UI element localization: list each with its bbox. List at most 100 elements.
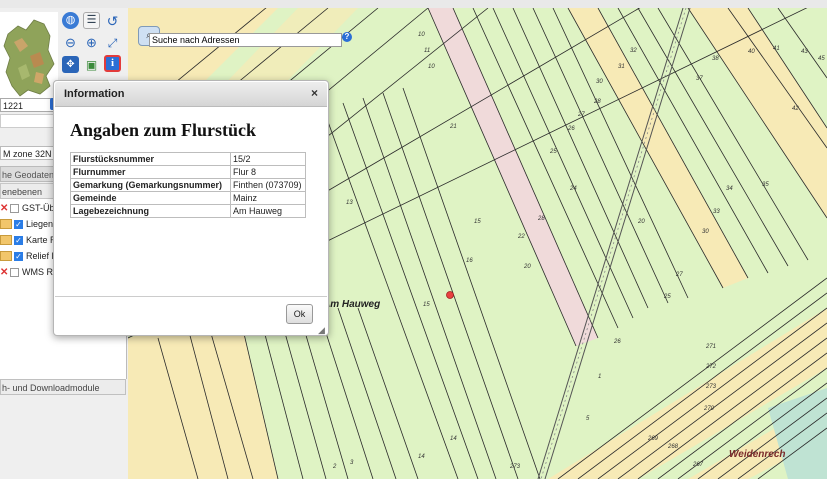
parcel-table: Flurstücksnummer 15/2 Flurnummer Flur 8 … <box>70 152 306 218</box>
layer-label: WMS R <box>22 267 53 277</box>
zoom-out-icon[interactable]: ⊖ <box>62 34 79 51</box>
svg-text:32: 32 <box>630 48 637 54</box>
svg-text:40: 40 <box>748 49 755 55</box>
street-label: Am Hauweg <box>323 299 381 310</box>
location-marker[interactable] <box>446 291 454 299</box>
svg-text:27: 27 <box>675 272 683 278</box>
svg-text:22: 22 <box>517 234 525 240</box>
select-icon[interactable]: ▣ <box>83 56 100 73</box>
svg-text:28: 28 <box>537 216 545 222</box>
svg-text:33: 33 <box>713 209 720 215</box>
coordinate-field-secondary[interactable] <box>0 114 55 128</box>
svg-text:272: 272 <box>705 364 717 370</box>
row-label: Flurstücksnummer <box>70 152 231 166</box>
svg-text:37: 37 <box>696 76 703 82</box>
dialog-title: Information <box>64 88 125 100</box>
table-row: Lagebezeichnung Am Hauweg <box>70 204 306 218</box>
svg-text:14: 14 <box>418 454 425 460</box>
svg-text:271: 271 <box>705 344 716 350</box>
table-row: Flurstücksnummer 15/2 <box>70 152 306 166</box>
layer-checkbox[interactable] <box>10 267 19 277</box>
layer-item[interactable]: ✓ Relief F <box>0 249 57 263</box>
row-label: Lagebezeichnung <box>70 204 231 218</box>
svg-text:34: 34 <box>726 186 733 192</box>
svg-text:15: 15 <box>474 219 481 225</box>
svg-text:41: 41 <box>773 46 780 52</box>
svg-text:25: 25 <box>549 149 557 155</box>
layer-item[interactable]: ✓ Karte R <box>0 233 57 247</box>
row-value: Finthen (073709) <box>230 178 306 192</box>
resize-grip-icon[interactable]: ◢ <box>318 325 325 336</box>
dialog-heading: Angaben zum Flurstück <box>70 120 257 140</box>
globe-icon[interactable]: ◍ <box>62 12 79 29</box>
layer-item[interactable]: ✕ GST-Üb <box>0 201 55 215</box>
coordinate-field[interactable]: 1221 <box>0 98 55 112</box>
row-value: Mainz <box>230 191 306 205</box>
dialog-header[interactable]: Information × <box>55 82 327 107</box>
refresh-icon[interactable]: ↺ <box>104 12 121 29</box>
dialog-divider <box>55 296 327 297</box>
svg-text:20: 20 <box>637 219 645 225</box>
svg-text:42: 42 <box>792 106 799 112</box>
svg-text:15: 15 <box>423 302 430 308</box>
svg-text:16: 16 <box>466 258 473 264</box>
row-value: 15/2 <box>230 152 306 166</box>
folder-icon <box>0 235 12 245</box>
svg-text:13: 13 <box>346 200 353 206</box>
layer-item[interactable]: ✓ Liegens <box>0 217 58 231</box>
layer-label: Karte R <box>26 235 57 245</box>
layer-label: GST-Üb <box>22 203 55 213</box>
svg-text:28: 28 <box>593 99 601 105</box>
warning-x-icon: ✕ <box>0 266 9 278</box>
svg-text:38: 38 <box>712 56 719 62</box>
row-value: Flur 8 <box>230 165 306 179</box>
svg-text:11: 11 <box>424 48 430 54</box>
svg-text:27: 27 <box>577 112 585 118</box>
svg-text:273: 273 <box>705 384 717 390</box>
list-icon[interactable]: ☰ <box>83 12 100 29</box>
svg-text:10: 10 <box>418 32 425 38</box>
place-label: Weidenrech <box>729 449 786 460</box>
table-row: Gemeinde Mainz <box>70 191 306 205</box>
download-modules-tab[interactable]: h- und Downloadmodule <box>0 379 126 395</box>
svg-text:45: 45 <box>818 56 825 62</box>
zoom-in-icon[interactable]: ⊕ <box>83 34 100 51</box>
svg-text:20: 20 <box>523 264 531 270</box>
svg-text:21: 21 <box>449 124 457 130</box>
svg-text:31: 31 <box>618 64 625 70</box>
layer-item[interactable]: ✕ WMS R <box>0 265 53 279</box>
table-row: Gemarkung (Gemarkungsnummer) Finthen (07… <box>70 178 306 192</box>
svg-text:35: 35 <box>762 182 769 188</box>
svg-text:26: 26 <box>613 339 621 345</box>
svg-text:30: 30 <box>702 229 709 235</box>
table-row: Flurnummer Flur 8 <box>70 165 306 179</box>
folder-icon <box>0 219 12 229</box>
information-dialog: Information × Angaben zum Flurstück Flur… <box>53 80 329 336</box>
row-value: Am Hauweg <box>230 204 306 218</box>
svg-text:2: 2 <box>332 464 337 470</box>
svg-text:24: 24 <box>569 186 577 192</box>
zoom-extent-icon[interactable]: ⤢ <box>104 34 121 51</box>
row-label: Flurnummer <box>70 165 231 179</box>
folder-icon <box>0 251 12 261</box>
layer-checkbox[interactable]: ✓ <box>14 235 23 245</box>
svg-text:10: 10 <box>428 64 435 70</box>
svg-text:30: 30 <box>596 79 603 85</box>
ok-button[interactable]: Ok <box>286 304 313 324</box>
svg-text:269: 269 <box>647 436 659 442</box>
svg-text:26: 26 <box>567 126 575 132</box>
svg-text:273: 273 <box>509 464 521 470</box>
help-icon[interactable]: ? <box>342 32 352 42</box>
search-input[interactable] <box>149 33 342 47</box>
warning-x-icon: ✕ <box>0 202 9 214</box>
layer-checkbox[interactable] <box>10 203 19 213</box>
layer-checkbox[interactable]: ✓ <box>14 251 23 261</box>
close-icon[interactable]: × <box>311 86 318 100</box>
info-icon[interactable]: i <box>104 55 121 72</box>
pan-icon[interactable]: ✥ <box>62 56 79 73</box>
row-label: Gemarkung (Gemarkungsnummer) <box>70 178 231 192</box>
layer-checkbox[interactable]: ✓ <box>14 219 23 229</box>
svg-text:43: 43 <box>801 49 808 55</box>
svg-text:25: 25 <box>663 294 671 300</box>
overview-map[interactable] <box>0 12 58 100</box>
